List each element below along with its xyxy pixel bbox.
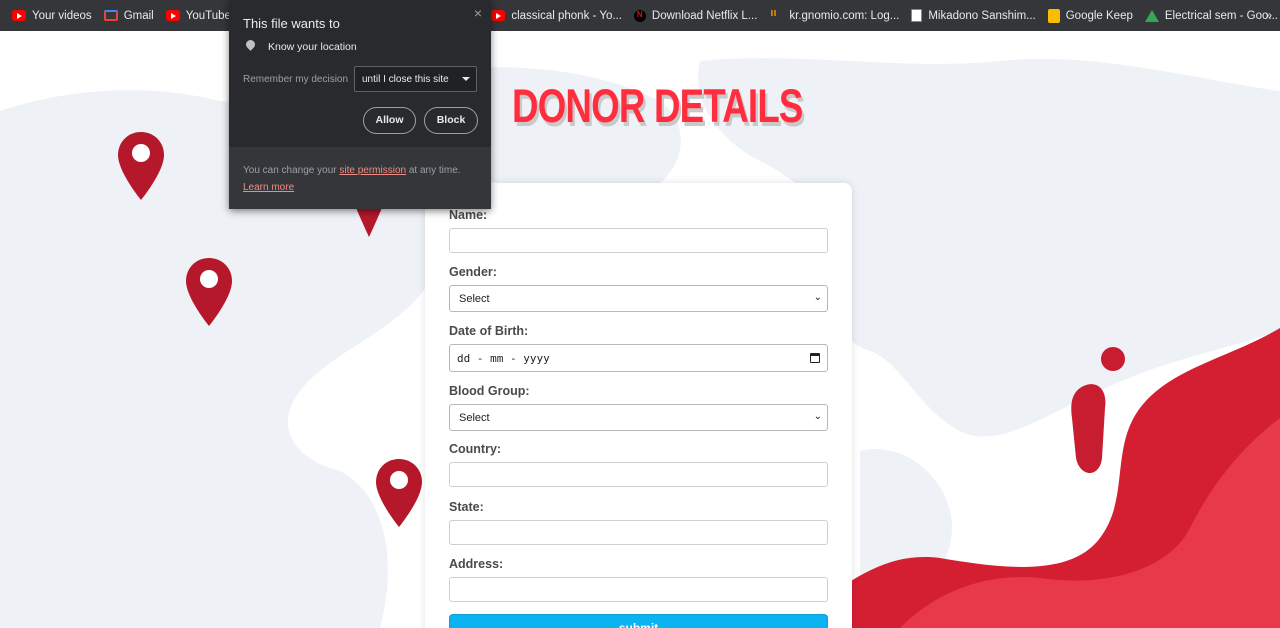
bookmark-classical-phonk[interactable]: classical phonk - Yo... xyxy=(485,0,628,31)
google-drive-icon xyxy=(1144,9,1159,22)
address-input[interactable] xyxy=(449,577,828,602)
calendar-icon[interactable] xyxy=(810,353,820,363)
chevron-down-icon: ⌄ xyxy=(813,411,822,422)
name-label: Name: xyxy=(449,208,488,222)
popup-title: This file wants to xyxy=(243,16,340,31)
block-button[interactable]: Block xyxy=(424,107,478,134)
dob-input[interactable]: dd - mm - yyyy xyxy=(449,344,828,372)
blood-group-label: Blood Group: xyxy=(449,384,530,398)
page-title: DONOR DETAILS xyxy=(512,79,803,132)
gmail-icon xyxy=(103,10,118,21)
bookmarks-bar: Your videos Gmail YouTube n classical ph… xyxy=(0,0,1280,31)
state-label: State: xyxy=(449,500,484,514)
bookmarks-overflow-button[interactable]: » xyxy=(1265,8,1272,22)
allow-button[interactable]: Allow xyxy=(363,107,416,134)
state-input[interactable] xyxy=(449,520,828,545)
youtube-icon xyxy=(491,10,506,21)
bookmark-electrical-sem[interactable]: Electrical sem - Goo... xyxy=(1139,0,1280,31)
close-icon[interactable]: × xyxy=(474,5,482,21)
bookmark-mikadono[interactable]: Mikadono Sanshim... xyxy=(905,0,1041,31)
map-pin-icon xyxy=(186,258,232,326)
permission-request-text: Know your location xyxy=(268,41,357,53)
location-permission-popup: This file wants to × Know your location … xyxy=(229,0,491,209)
gender-select[interactable]: Select ⌄ xyxy=(449,285,828,312)
site-permission-link[interactable]: site permission xyxy=(339,165,406,176)
remember-decision-dropdown[interactable]: until I close this site xyxy=(354,66,477,92)
country-label: Country: xyxy=(449,442,502,456)
dob-label: Date of Birth: xyxy=(449,324,529,338)
popup-footer xyxy=(229,147,491,209)
gender-label: Gender: xyxy=(449,265,497,279)
name-input[interactable] xyxy=(449,228,828,253)
bookmark-gnomio[interactable]: kr.gnomio.com: Log... xyxy=(763,0,905,31)
youtube-icon xyxy=(165,10,180,21)
bookmark-youtube[interactable]: YouTube xyxy=(160,0,237,31)
bookmark-download-netflix[interactable]: Download Netflix L... xyxy=(628,0,763,31)
location-pin-icon xyxy=(244,38,257,51)
blood-wave-decoration xyxy=(840,328,1280,628)
address-label: Address: xyxy=(449,557,504,571)
caret-down-icon xyxy=(462,77,470,81)
google-keep-icon xyxy=(1047,8,1060,23)
map-pin-icon xyxy=(118,132,164,200)
youtube-icon xyxy=(12,10,26,21)
popup-footer-text: You can change your site permission at a… xyxy=(243,165,461,176)
learn-more-link[interactable]: Learn more xyxy=(243,182,294,193)
submit-button[interactable]: submit xyxy=(449,614,828,628)
blood-group-select[interactable]: Select ⌄ xyxy=(449,404,828,431)
remember-decision-label: Remember my decision xyxy=(243,74,349,85)
country-input[interactable] xyxy=(449,462,828,487)
gnomio-icon xyxy=(769,7,783,21)
map-pin-icon xyxy=(376,459,422,527)
bookmark-gmail[interactable]: Gmail xyxy=(98,0,160,31)
chevron-down-icon: ⌄ xyxy=(813,292,822,303)
bookmark-google-keep[interactable]: Google Keep xyxy=(1042,0,1139,31)
netflix-icon xyxy=(633,9,646,22)
manga-icon xyxy=(911,9,923,22)
bookmark-your-videos[interactable]: Your videos xyxy=(6,0,98,31)
